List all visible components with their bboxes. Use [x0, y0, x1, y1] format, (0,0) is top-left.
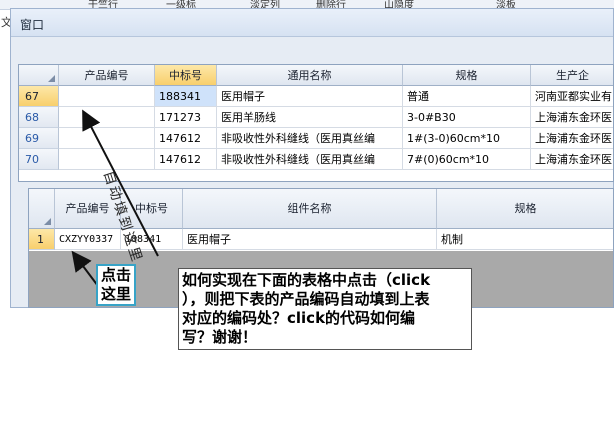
question-line: 写？谢谢！ — [182, 328, 258, 346]
question-line: ），则把下表的产品编码自动填到上表 — [182, 290, 430, 308]
column-header-maker[interactable]: 生产企 — [531, 65, 613, 86]
cell-product-code[interactable] — [59, 128, 155, 149]
cell-spec[interactable]: 机制 — [437, 229, 613, 250]
question-line: 对应的编码处？click的代码如何编 — [182, 309, 416, 327]
select-all-icon — [44, 218, 51, 225]
cell-product-code[interactable] — [59, 149, 155, 170]
cell-generic-name[interactable]: 非吸收性外科缝线（医用真丝编 — [217, 149, 403, 170]
click-label-line: 点击 — [100, 266, 131, 284]
cell-maker[interactable]: 上海浦东金环医 — [531, 149, 613, 170]
cell-product-code[interactable]: CXZYY0337 — [55, 229, 121, 250]
column-header-bid-no[interactable]: 中标号 — [155, 65, 217, 86]
column-header-spec[interactable]: 规格 — [403, 65, 531, 86]
cell-spec[interactable]: 1#(3-0)60cm*10 — [403, 128, 531, 149]
column-header-generic-name[interactable]: 通用名称 — [217, 65, 403, 86]
host-left-strip: 文 — [0, 10, 12, 446]
upper-data-grid[interactable]: 产品编号 中标号 通用名称 规格 生产企 67 188341 医用帽子 普通 河… — [18, 64, 614, 182]
column-header-component-name[interactable]: 组件名称 — [183, 189, 437, 229]
cell-maker[interactable]: 河南亚都实业有 — [531, 86, 613, 107]
table-row[interactable]: 1 CXZYY0337 188341 医用帽子 机制 — [29, 229, 613, 250]
table-row[interactable]: 69 147612 非吸收性外科缝线（医用真丝编 1#(3-0)60cm*10 … — [19, 128, 613, 149]
cell-bid-no[interactable]: 188341 — [155, 86, 217, 107]
cell-component-name[interactable]: 医用帽子 — [183, 229, 437, 250]
window-title: 窗口 — [20, 18, 45, 32]
row-number[interactable]: 1 — [29, 229, 55, 250]
cell-generic-name[interactable]: 医用羊肠线 — [217, 107, 403, 128]
table-row[interactable]: 67 188341 医用帽子 普通 河南亚都实业有 — [19, 86, 613, 107]
cell-spec[interactable]: 普通 — [403, 86, 531, 107]
column-header-spec[interactable]: 规格 — [437, 189, 613, 229]
cell-bid-no[interactable]: 147612 — [155, 128, 217, 149]
grid-corner[interactable] — [19, 65, 59, 86]
row-number[interactable]: 68 — [19, 107, 59, 128]
cell-maker[interactable]: 上海浦东金环医 — [531, 107, 613, 128]
cell-generic-name[interactable]: 非吸收性外科缝线（医用真丝编 — [217, 128, 403, 149]
select-all-icon — [48, 75, 55, 82]
cell-product-code[interactable] — [59, 107, 155, 128]
click-label-line: 这里 — [100, 285, 131, 303]
cell-generic-name[interactable]: 医用帽子 — [217, 86, 403, 107]
click-here-callout: 点击 这里 — [96, 264, 136, 306]
column-header-product-code[interactable]: 产品编号 — [59, 65, 155, 86]
cell-spec[interactable]: 7#(0)60cm*10 — [403, 149, 531, 170]
table-row[interactable]: 68 171273 医用羊肠线 3-0#B30 上海浦东金环医 — [19, 107, 613, 128]
question-callout: 如何实现在下面的表格中点击（click ），则把下表的产品编码自动填到上表 对应… — [178, 268, 472, 350]
cell-spec[interactable]: 3-0#B30 — [403, 107, 531, 128]
row-number[interactable]: 69 — [19, 128, 59, 149]
cell-bid-no[interactable]: 147612 — [155, 149, 217, 170]
row-number[interactable]: 70 — [19, 149, 59, 170]
table-row[interactable]: 70 147612 非吸收性外科缝线（医用真丝编 7#(0)60cm*10 上海… — [19, 149, 613, 170]
question-line: 如何实现在下面的表格中点击（click — [182, 271, 431, 289]
cell-product-code[interactable] — [59, 86, 155, 107]
window-titlebar[interactable]: 窗口 — [11, 9, 613, 37]
grid-corner[interactable] — [29, 189, 55, 229]
cell-maker[interactable]: 上海浦东金环医 — [531, 128, 613, 149]
cell-bid-no[interactable]: 171273 — [155, 107, 217, 128]
row-number[interactable]: 67 — [19, 86, 59, 107]
